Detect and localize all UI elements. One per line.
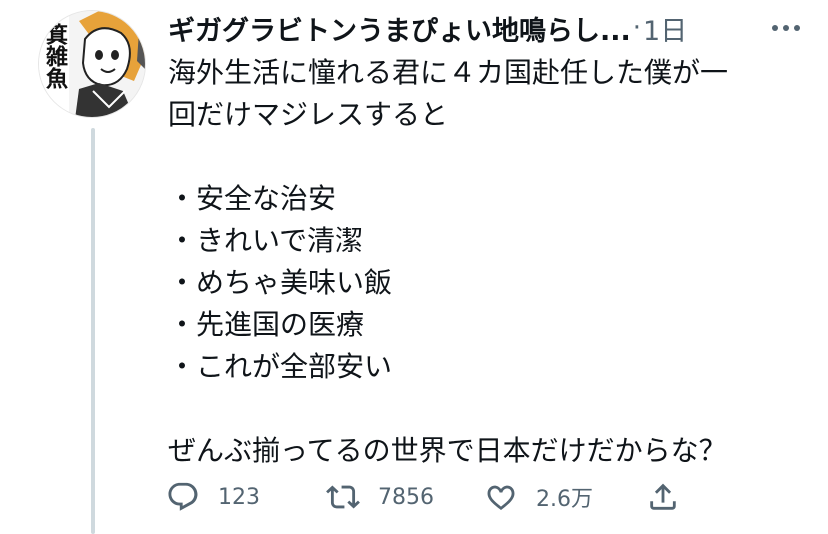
tweet[interactable]: 箕雑魚 ギガグラビトンうまぴょい地鳴らし... · 1日 海外生活に憧れる君に４… [0, 0, 828, 534]
avatar-text: 箕雑魚 [42, 23, 68, 89]
tweet-line [168, 388, 788, 430]
tweet-line: ・先進国の医療 [168, 308, 365, 341]
heart-icon [487, 485, 515, 511]
header-separator: · [632, 13, 642, 43]
display-name[interactable]: ギガグラビトンうまぴょい地鳴らし... [168, 9, 631, 48]
share-icon [650, 483, 676, 510]
avatar[interactable]: 箕雑魚 [38, 10, 146, 118]
tweet-line: ・これが全部安い [168, 350, 393, 383]
retweet-button[interactable]: 7856 [326, 480, 434, 514]
tweet-line: ・めちゃ美味い飯 [168, 266, 393, 299]
like-count: 2.6万 [536, 487, 593, 512]
retweet-icon [326, 485, 360, 509]
tweet-line: 海外生活に憧れる君に４カ国赴任した僕が一 [168, 56, 729, 89]
timestamp[interactable]: 1日 [643, 9, 687, 48]
like-button[interactable]: 2.6万 [484, 480, 593, 514]
more-dot-icon [772, 25, 778, 31]
retweet-count: 7856 [378, 484, 434, 510]
tweet-line: ぜんぶ揃ってるの世界で日本だけだからな？ [168, 434, 727, 467]
reply-count: 123 [218, 484, 260, 510]
tweet-text: 海外生活に憧れる君に４カ国赴任した僕が一 回だけマジレスすると ・安全な治安 ・… [168, 52, 788, 472]
tweet-line: 回だけマジレスすると [168, 98, 449, 131]
tweet-line: ・安全な治安 [168, 182, 337, 215]
reply-button[interactable]: 123 [166, 480, 260, 514]
tweet-header: ギガグラビトンうまぴょい地鳴らし... · 1日 [168, 8, 808, 48]
tweet-actions: 123 7856 2.6万 [166, 474, 706, 520]
more-dot-icon [794, 25, 800, 31]
share-button[interactable] [646, 480, 680, 514]
tweet-line [168, 136, 788, 178]
more-dot-icon [783, 25, 789, 31]
thread-line [91, 128, 95, 534]
more-options-button[interactable] [764, 14, 808, 42]
tweet-line: ・きれいで清潔 [168, 224, 364, 257]
reply-icon [168, 482, 198, 511]
